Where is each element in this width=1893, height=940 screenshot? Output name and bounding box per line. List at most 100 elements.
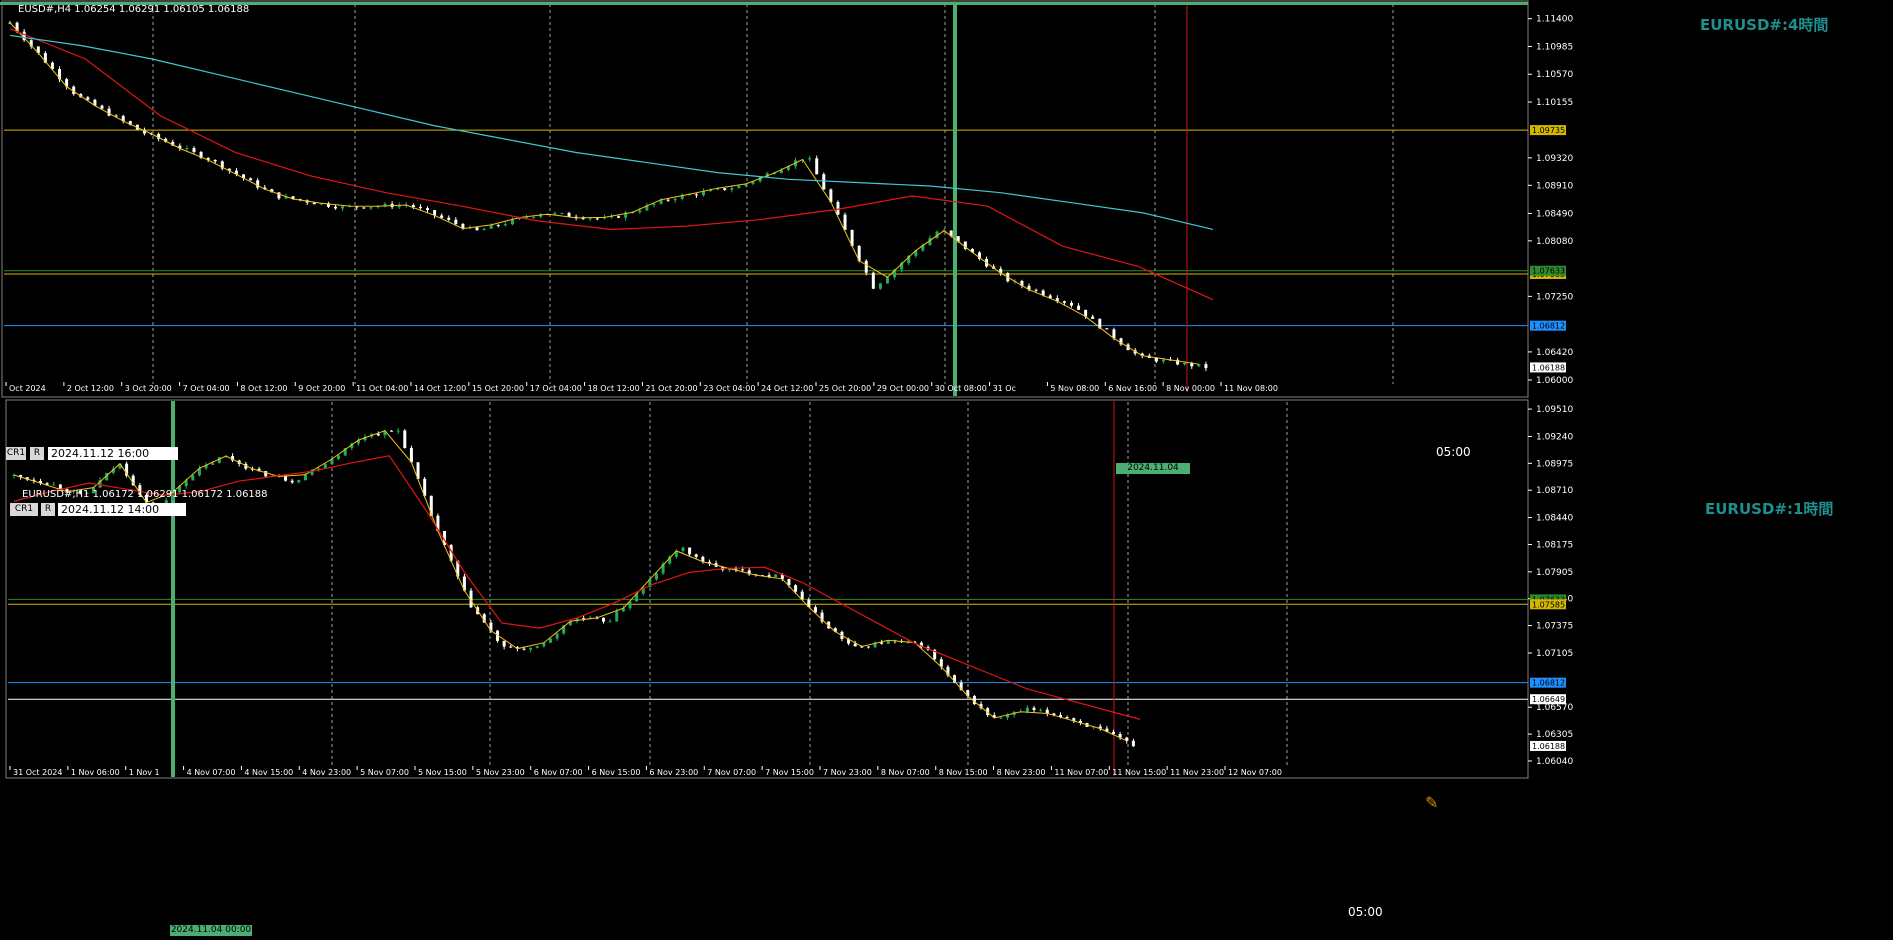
top-candle-body	[836, 202, 840, 215]
bottom-candle-body	[1065, 717, 1069, 719]
top-x-tick-label: 15 Oct 20:00	[472, 384, 524, 393]
top-panel-header: EUSD#,H4 1.06254 1.06291 1.06105 1.06188	[18, 4, 250, 15]
bottom-price-tick-label: 1.07905	[1536, 568, 1573, 578]
bottom-candle-body	[191, 475, 195, 481]
top-candle-body	[1062, 301, 1066, 303]
top-date-box: 2024.11.12 16:00	[48, 447, 178, 460]
bottom-x-tick-label: 12 Nov 07:00	[1228, 768, 1282, 777]
bottom-candle-body	[1032, 707, 1036, 710]
top-price-tag-label: 1.07633	[1532, 267, 1565, 276]
top-candle-body	[871, 272, 875, 289]
top-x-tick-label: 23 Oct 04:00	[703, 384, 755, 393]
bottom-cr-button[interactable]: CR1	[10, 503, 38, 516]
top-candle-body	[341, 206, 345, 209]
top-x-tick-label: 11 Nov 08:00	[1224, 384, 1278, 393]
bottom-r-button[interactable]: R	[41, 503, 55, 516]
top-price-tick-label: 1.08490	[1536, 209, 1573, 219]
bottom-x-tick-label: 6 Nov 07:00	[534, 768, 583, 777]
top-price-tick-label: 1.06000	[1536, 376, 1573, 386]
bottom-x-tick-label: 1 Nov 1	[129, 768, 160, 777]
top-candle-body	[1161, 359, 1165, 362]
top-candle-body	[1069, 302, 1073, 306]
top-price-tag-label: 1.09735	[1532, 126, 1565, 135]
top-candle-body	[107, 108, 111, 116]
top-price-tag-label: 1.06812	[1532, 322, 1565, 331]
bottom-x-tick-label: 5 Nov 23:00	[476, 768, 525, 777]
bottom-x-tick-label: 5 Nov 15:00	[418, 768, 467, 777]
bottom-price-tick-label: 1.08710	[1536, 486, 1573, 496]
bottom-price-tag-label: 1.06649	[1532, 695, 1565, 704]
top-candle-body	[638, 210, 642, 213]
bottom-candle-body	[535, 646, 539, 648]
bottom-price-tick-label: 1.06305	[1536, 730, 1573, 740]
top-price-tick-label: 1.10570	[1536, 70, 1573, 80]
bottom-panel-header: EURUSD#,H1 1.06172 1.06291 1.06172 1.061…	[22, 489, 268, 500]
top-panel-title: EURUSD#:4時間	[1700, 16, 1829, 34]
top-x-tick-label: 24 Oct 12:00	[761, 384, 813, 393]
bottom-price-tick-label: 1.06570	[1536, 703, 1573, 713]
top-x-tick-label: 25 Oct 20:00	[819, 384, 871, 393]
top-price-tick-label: 1.10985	[1536, 42, 1573, 52]
top-candle-body	[369, 207, 373, 209]
top-candle-body	[885, 277, 889, 284]
top-x-tick-label: 30 Oct 08:00	[935, 384, 987, 393]
top-candle-body	[808, 158, 812, 160]
bottom-candle-body	[601, 617, 605, 622]
top-x-tick-label: 7 Oct 04:00	[183, 384, 230, 393]
crosshair-tool-icon[interactable]: ✎	[1425, 793, 1438, 812]
top-candle-body	[100, 105, 104, 109]
bottom-candle-body	[409, 447, 413, 463]
top-candle-body	[440, 215, 444, 218]
top-x-tick-label: Oct 2024	[9, 384, 46, 393]
bottom-x-tick-label: 8 Nov 07:00	[881, 768, 930, 777]
top-price-tick-label: 1.08080	[1536, 237, 1573, 247]
bottom-x-tick-label: 8 Nov 23:00	[997, 768, 1046, 777]
bottom-price-tag-label: 1.06188	[1532, 742, 1565, 751]
bottom-x-tick-label: 5 Nov 07:00	[360, 768, 409, 777]
top-candle-body	[482, 228, 486, 231]
bottom-price-tick-label: 1.08975	[1536, 459, 1573, 469]
top-marker-date: 2024.11.04 00:00	[1116, 463, 1190, 484]
top-candle-body	[595, 218, 599, 220]
bottom-x-tick-label: 7 Nov 15:00	[765, 768, 814, 777]
bottom-candle-body	[999, 717, 1003, 719]
top-candle-body	[617, 216, 621, 218]
top-candle-body	[86, 97, 90, 100]
bottom-price-tag-label: 1.07585	[1532, 600, 1565, 609]
top-candle-body	[666, 199, 670, 201]
bottom-candle-body	[403, 430, 407, 448]
top-candle-body	[1154, 357, 1158, 362]
bottom-candle-body	[741, 569, 745, 571]
top-candle-body	[567, 212, 571, 217]
bottom-candle-body	[654, 573, 658, 580]
bottom-x-tick-label: 4 Nov 23:00	[302, 768, 351, 777]
top-candle-body	[652, 203, 656, 206]
bottom-price-tick-label: 1.09510	[1536, 405, 1573, 415]
bottom-price-tick-label: 1.06040	[1536, 757, 1573, 767]
bottom-x-tick-label: 11 Nov 15:00	[1112, 768, 1166, 777]
bottom-time-label: 05:00	[1348, 905, 1383, 919]
bottom-panel-title: EURUSD#:1時間	[1705, 500, 1834, 518]
top-x-tick-label: 21 Oct 20:00	[645, 384, 697, 393]
top-candle-body	[475, 227, 479, 231]
top-candle-body	[1204, 364, 1208, 369]
top-candle-body	[1183, 362, 1187, 365]
top-x-tick-label: 2 Oct 12:00	[67, 384, 114, 393]
top-candle-body	[185, 148, 189, 150]
bottom-x-tick-label: 11 Nov 23:00	[1170, 768, 1224, 777]
bottom-x-tick-label: 8 Nov 15:00	[939, 768, 988, 777]
top-candle-body	[553, 212, 557, 215]
top-cr-button[interactable]: CR1	[6, 447, 26, 460]
top-candle-body	[723, 188, 727, 190]
top-r-button[interactable]: R	[30, 447, 44, 460]
top-x-tick-label: 29 Oct 00:00	[877, 384, 929, 393]
background	[0, 0, 1893, 940]
top-candle-body	[447, 217, 451, 220]
top-price-tick-label: 1.10155	[1536, 98, 1573, 108]
top-price-tick-label: 1.09320	[1536, 154, 1573, 164]
bottom-candle-body	[853, 643, 857, 647]
bottom-candle-body	[1131, 740, 1135, 747]
bottom-candle-body	[509, 646, 513, 648]
top-candle-body	[843, 214, 847, 230]
top-candle-body	[532, 216, 536, 218]
